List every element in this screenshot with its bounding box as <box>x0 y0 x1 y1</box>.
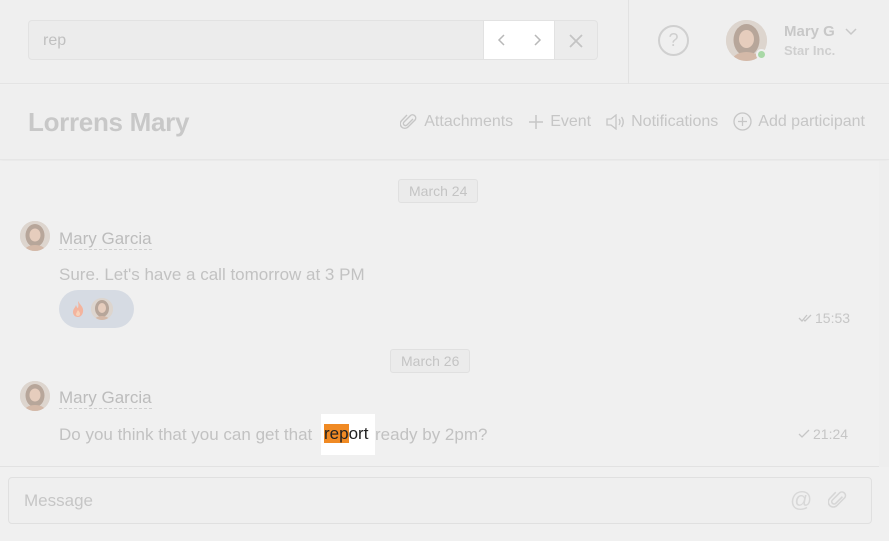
event-button[interactable]: Event <box>528 112 591 131</box>
date-separator: March 26 <box>390 349 471 373</box>
reaction-badge[interactable] <box>59 290 134 328</box>
search-close-button[interactable] <box>565 30 587 52</box>
scrollbar[interactable] <box>879 161 889 467</box>
mention-button[interactable]: @ <box>790 489 814 513</box>
search-highlight: rep <box>324 424 349 443</box>
chat-title: Lorrens Mary <box>28 107 190 137</box>
attachments-button[interactable]: Attachments <box>400 112 513 131</box>
chevron-down-icon <box>845 28 857 36</box>
online-status-indicator <box>756 49 767 60</box>
reactor-avatar-image <box>91 298 113 320</box>
help-button[interactable]: ? <box>658 25 689 56</box>
message-time-label: 21:24 <box>813 426 849 442</box>
event-label: Event <box>550 112 592 130</box>
user-name: Mary G <box>784 23 835 40</box>
message-text-before: Do you think that you can get that <box>59 425 313 444</box>
search-match-word: report <box>324 424 368 444</box>
plus-icon <box>529 114 544 129</box>
chat-actions: Attachments Event Notifications Add part… <box>400 112 865 131</box>
search-prev-button[interactable] <box>484 21 519 59</box>
check-icon <box>798 429 810 438</box>
chat-header: Lorrens Mary Attachments Event Notificat… <box>0 85 889 160</box>
fire-icon <box>73 301 84 317</box>
search-match: report <box>321 414 375 455</box>
double-check-icon <box>798 314 812 322</box>
paperclip-icon <box>827 491 847 508</box>
user-menu[interactable]: Mary G Star Inc. <box>726 20 876 62</box>
close-icon <box>569 34 583 48</box>
search-match-rest: ort <box>348 424 369 443</box>
user-org: Star Inc. <box>784 43 836 58</box>
attach-button[interactable] <box>827 490 850 512</box>
chevron-left-icon <box>497 34 505 46</box>
add-participant-label: Add participant <box>758 112 865 130</box>
chevron-right-icon <box>533 34 541 46</box>
top-bar: ? Mary G Star Inc. <box>0 0 889 84</box>
search-next-button[interactable] <box>519 21 554 59</box>
notifications-button[interactable]: Notifications <box>606 112 718 131</box>
header-divider <box>628 0 629 84</box>
add-participant-button[interactable]: Add participant <box>733 112 865 131</box>
message-composer: @ <box>8 477 872 524</box>
message-time: 15:53 <box>798 310 850 326</box>
message-author[interactable]: Mary Garcia <box>59 388 152 409</box>
speaker-icon <box>606 113 625 130</box>
avatar[interactable] <box>20 381 50 411</box>
attachments-label: Attachments <box>424 112 514 130</box>
paperclip-icon <box>400 113 417 129</box>
question-circle-icon: ? <box>668 30 679 50</box>
date-separator: March 24 <box>398 179 479 203</box>
notifications-label: Notifications <box>631 112 719 130</box>
author-avatar-image <box>20 221 50 251</box>
message-author[interactable]: Mary Garcia <box>59 229 152 250</box>
message-text-after: ready by 2pm? <box>375 425 488 444</box>
message-list[interactable]: March 24 Mary Garcia Sure. Let's have a … <box>0 161 889 467</box>
search-input[interactable] <box>43 30 473 52</box>
message-time: 21:24 <box>798 426 848 442</box>
plus-circle-icon <box>733 112 752 131</box>
avatar <box>91 298 113 320</box>
author-avatar-image <box>20 381 50 411</box>
at-icon: @ <box>790 487 813 512</box>
search-nav <box>483 20 555 60</box>
search-bar <box>28 20 598 60</box>
message-text: Sure. Let's have a call tomorrow at 3 PM <box>59 265 365 284</box>
avatar[interactable] <box>20 221 50 251</box>
message-input[interactable] <box>24 490 764 512</box>
message-time-label: 15:53 <box>815 310 851 326</box>
